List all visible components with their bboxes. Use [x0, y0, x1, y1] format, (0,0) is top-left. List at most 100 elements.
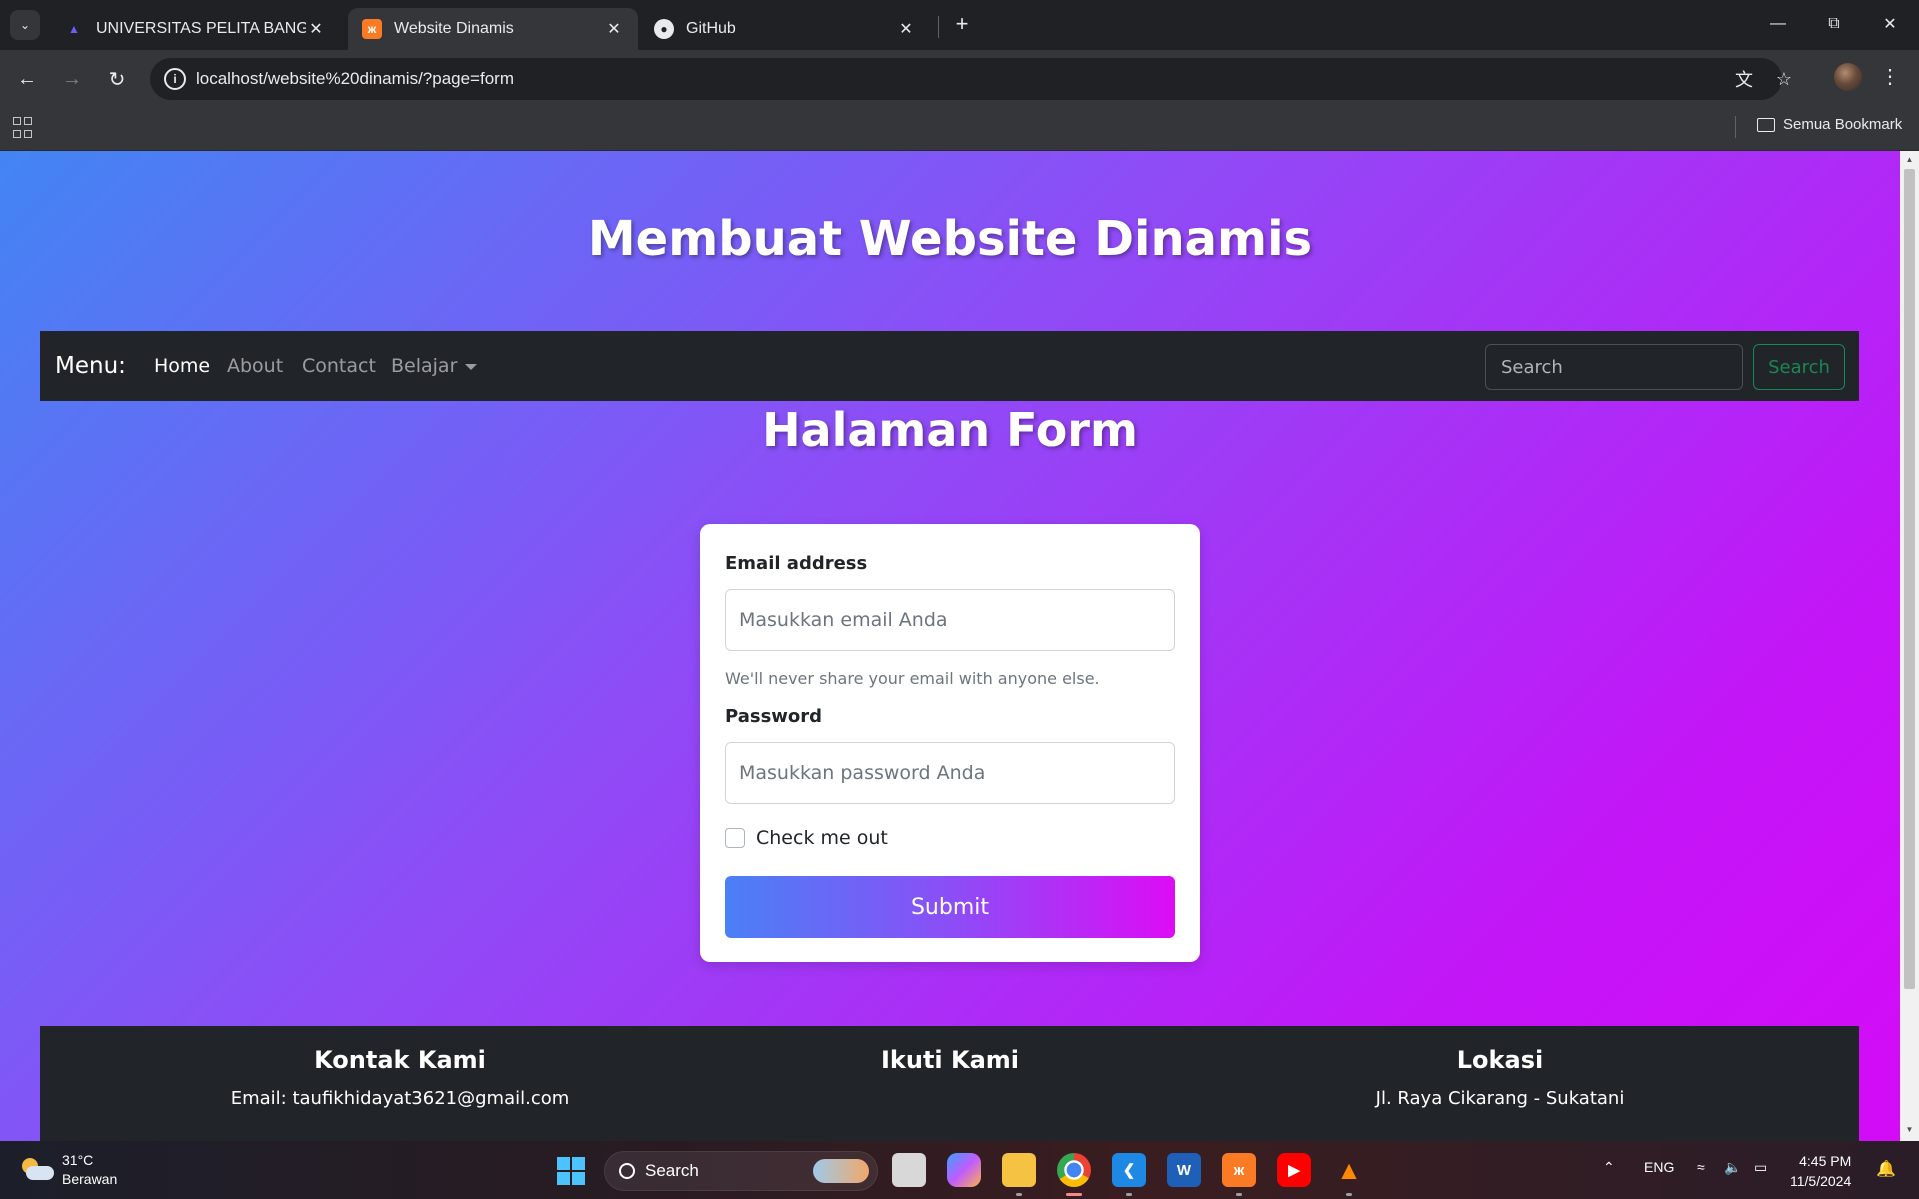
weather-temperature: 31°C: [62, 1152, 94, 1168]
vlc-icon[interactable]: ▲: [1332, 1153, 1366, 1187]
page-scrollbar[interactable]: ▲ ▼: [1900, 151, 1919, 1141]
xampp-favicon-icon: ж: [362, 19, 382, 39]
close-window-icon[interactable]: ✕: [1862, 0, 1918, 48]
tab-strip: ⌄ ▲ UNIVERSITAS PELITA BANGSA ✕ ж Websit…: [0, 0, 1919, 50]
close-tab-icon[interactable]: ✕: [896, 19, 916, 39]
address-bar[interactable]: i localhost/website%20dinamis/?page=form…: [150, 58, 1792, 100]
nav-link-about[interactable]: About: [227, 355, 283, 377]
chrome-icon[interactable]: [1057, 1153, 1091, 1187]
check-me-out-checkbox[interactable]: [725, 828, 745, 848]
navbar-search-button[interactable]: Search: [1753, 344, 1845, 390]
search-highlight-icon: [813, 1159, 869, 1183]
footer-follow: Ikuti Kami: [650, 1046, 1250, 1088]
taskbar-search-label: Search: [645, 1161, 699, 1180]
tab-title: UNIVERSITAS PELITA BANGSA: [96, 20, 306, 37]
show-hidden-icons-chevron-icon[interactable]: ⌃: [1603, 1159, 1615, 1176]
notification-bell-icon[interactable]: 🔔: [1876, 1159, 1896, 1179]
file-explorer-icon[interactable]: [1002, 1153, 1036, 1187]
footer-contact-title: Kontak Kami: [314, 1046, 486, 1074]
close-tab-icon[interactable]: ✕: [306, 19, 326, 39]
restore-icon[interactable]: ⧉: [1806, 0, 1862, 48]
check-me-out-row[interactable]: Check me out: [725, 827, 888, 849]
nav-link-contact[interactable]: Contact: [302, 355, 376, 377]
partly-cloudy-icon: [20, 1158, 54, 1182]
tab-universitas[interactable]: ▲ UNIVERSITAS PELITA BANGSA ✕: [50, 8, 340, 50]
folder-icon: [1757, 117, 1775, 132]
scrollbar-thumb[interactable]: [1904, 169, 1915, 989]
taskbar-search-box[interactable]: Search: [604, 1151, 878, 1191]
email-label: Email address: [725, 553, 868, 574]
navbar-brand[interactable]: Menu:: [55, 353, 126, 379]
bookmark-separator: [1735, 116, 1736, 138]
running-indicator: [1346, 1193, 1352, 1196]
browser-toolbar: ← → ↻ i localhost/website%20dinamis/?pag…: [0, 50, 1919, 108]
nav-link-home[interactable]: Home: [154, 355, 210, 377]
minimize-icon[interactable]: —: [1750, 0, 1806, 48]
search-icon: [619, 1163, 635, 1179]
all-bookmarks-button[interactable]: Semua Bookmark: [1757, 116, 1902, 133]
url-text[interactable]: localhost/website%20dinamis/?page=form: [196, 69, 514, 89]
footer-location: Lokasi Jl. Raya Cikarang - Sukatani: [1200, 1046, 1800, 1109]
password-label: Password: [725, 706, 823, 727]
bookmark-bar: Semua Bookmark: [0, 108, 1919, 151]
weather-widget[interactable]: 31°C Berawan: [20, 1151, 117, 1189]
reload-icon[interactable]: ↻: [102, 64, 132, 94]
copilot-icon[interactable]: [947, 1153, 981, 1187]
system-clock[interactable]: 4:45 PM 11/5/2024: [1790, 1151, 1851, 1191]
word-icon[interactable]: W: [1167, 1153, 1201, 1187]
forward-arrow-icon[interactable]: →: [57, 64, 87, 94]
nav-dropdown-belajar[interactable]: Belajar: [391, 355, 478, 377]
scroll-up-arrow-icon[interactable]: ▲: [1904, 155, 1915, 164]
nav-dropdown-label: Belajar: [391, 355, 458, 377]
all-bookmarks-label: Semua Bookmark: [1783, 116, 1903, 133]
windows-taskbar: 31°C Berawan Search ❮ W ж ▶ ▲ ⌃ ENG ≈ 🔈 …: [0, 1141, 1919, 1199]
caret-down-icon: [465, 363, 478, 370]
tab-separator: [938, 16, 939, 38]
email-help-text: We'll never share your email with anyone…: [725, 669, 1100, 688]
web-page: Membuat Website Dinamis Menu: Home About…: [0, 151, 1900, 1141]
apps-grid-icon[interactable]: [13, 117, 35, 139]
bookmark-star-icon[interactable]: ☆: [1772, 67, 1796, 91]
close-tab-icon[interactable]: ✕: [604, 19, 624, 39]
active-app-indicator: [1066, 1193, 1082, 1196]
windows-start-icon[interactable]: [557, 1157, 585, 1185]
youtube-icon[interactable]: ▶: [1277, 1153, 1311, 1187]
github-favicon-icon: ●: [654, 19, 674, 39]
tab-title: Website Dinamis: [394, 20, 514, 37]
weather-description: Berawan: [62, 1171, 118, 1187]
checkbox-label: Check me out: [756, 827, 888, 849]
new-tab-plus-icon[interactable]: +: [948, 10, 976, 38]
footer-location-title: Lokasi: [1456, 1046, 1544, 1074]
language-indicator[interactable]: ENG: [1644, 1159, 1674, 1175]
tab-search-chevron-icon[interactable]: ⌄: [10, 10, 40, 40]
university-favicon-icon: ▲: [68, 22, 80, 36]
wifi-icon[interactable]: ≈: [1697, 1159, 1705, 1175]
footer-contact-email: Email: taufikhidayat3621@gmail.com: [230, 1088, 570, 1109]
password-field[interactable]: [725, 742, 1175, 804]
clock-date: 11/5/2024: [1790, 1173, 1852, 1189]
main-navbar: Menu: Home About Contact Belajar Search: [40, 331, 1859, 401]
more-menu-icon[interactable]: ⋮: [1880, 64, 1900, 89]
translate-icon[interactable]: 文: [1732, 67, 1756, 91]
tab-website-dinamis[interactable]: ж Website Dinamis ✕: [348, 8, 638, 50]
running-indicator: [1016, 1193, 1022, 1196]
volume-icon[interactable]: 🔈: [1724, 1159, 1741, 1176]
login-form-card: Email address We'll never share your ema…: [700, 524, 1200, 962]
back-arrow-icon[interactable]: ←: [12, 64, 42, 94]
xampp-icon[interactable]: ж: [1222, 1153, 1256, 1187]
footer-follow-title: Ikuti Kami: [880, 1046, 1020, 1074]
profile-avatar[interactable]: [1834, 63, 1862, 91]
tab-github[interactable]: ● GitHub ✕: [640, 8, 930, 50]
site-info-icon[interactable]: i: [164, 68, 186, 90]
navbar-search-input[interactable]: [1485, 344, 1743, 390]
running-indicator: [1236, 1193, 1242, 1196]
footer-contact: Kontak Kami Email: taufikhidayat3621@gma…: [100, 1046, 700, 1109]
email-field[interactable]: [725, 589, 1175, 651]
submit-button[interactable]: Submit: [725, 876, 1175, 938]
vscode-icon[interactable]: ❮: [1112, 1153, 1146, 1187]
running-indicator: [1126, 1193, 1132, 1196]
task-view-icon[interactable]: [892, 1153, 926, 1187]
clock-time: 4:45 PM: [1799, 1153, 1852, 1169]
scroll-down-arrow-icon[interactable]: ▼: [1904, 1125, 1915, 1134]
battery-icon[interactable]: ▭: [1754, 1159, 1767, 1176]
